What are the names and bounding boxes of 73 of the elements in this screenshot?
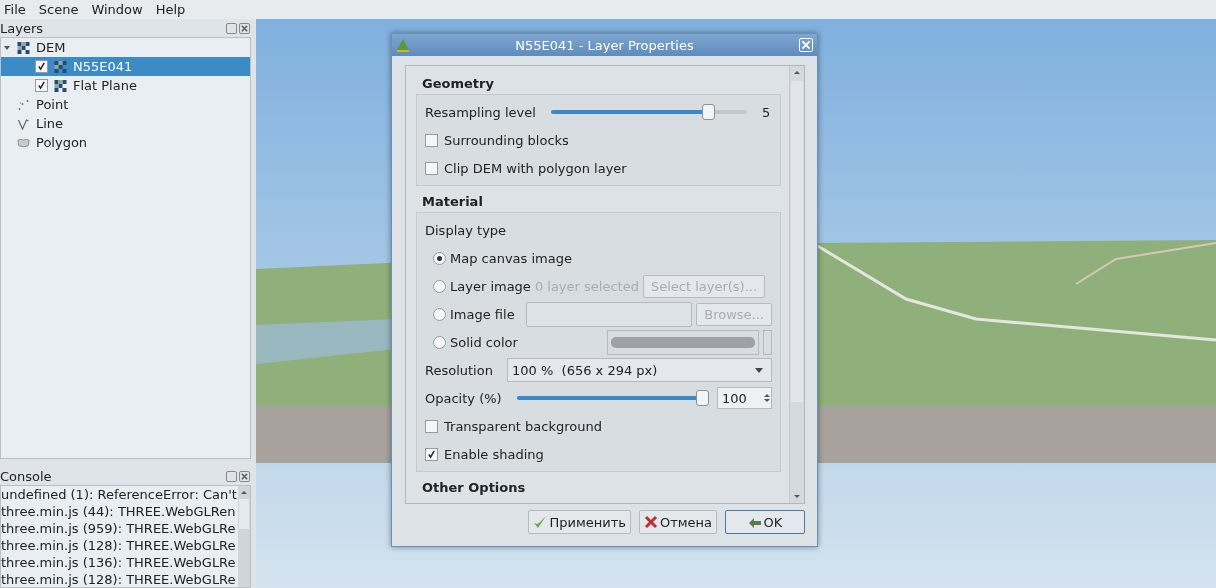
float-icon[interactable]: [226, 470, 237, 482]
file-path-field[interactable]: [526, 301, 693, 327]
radio-button[interactable]: [433, 251, 446, 265]
cross-icon: [643, 515, 658, 529]
section-title: Other Options: [421, 479, 527, 497]
tree-item[interactable]: Flat Plane: [1, 76, 250, 95]
checkbox[interactable]: [425, 419, 438, 433]
console-line: three.min.js (44): THREE.WebGLRen: [1, 503, 237, 520]
resolution-dropdown[interactable]: 100 % (656 x 294 px): [507, 358, 772, 382]
checkbox-label: Enable shading: [444, 446, 544, 462]
section-title: Material: [421, 193, 484, 211]
tree-item-label: Flat Plane: [73, 78, 137, 93]
dialog-button[interactable]: OK: [725, 510, 805, 534]
checkbox[interactable]: [35, 79, 48, 92]
console-line: three.min.js (959): THREE.WebGLRe: [1, 520, 237, 537]
scroll-bar[interactable]: [238, 486, 250, 587]
radio-label: Layer image: [450, 278, 531, 294]
checker-icon: [54, 79, 67, 92]
field-label: Opacity (%): [425, 390, 502, 406]
dialog-button[interactable]: Применить: [528, 510, 631, 534]
checker-icon: [17, 41, 30, 54]
tree-item-label: N55E041: [73, 59, 133, 74]
console-line: three.min.js (128): THREE.WebGLRe: [1, 571, 237, 587]
checkbox[interactable]: [425, 133, 438, 147]
console-line: three.min.js (128): THREE.WebGLRe: [1, 537, 237, 554]
tree-item[interactable]: Polygon: [1, 133, 250, 152]
slider-value: 5: [762, 104, 772, 120]
tree-item-label: Polygon: [36, 135, 88, 150]
menu-item[interactable]: Window: [91, 2, 156, 17]
tree-item-label: Point: [36, 97, 69, 112]
checkbox-label: Surrounding blocks: [444, 132, 569, 148]
tree-item[interactable]: DEM: [1, 38, 250, 57]
tree-item[interactable]: Line: [1, 114, 250, 133]
radio-button[interactable]: [433, 335, 446, 349]
checkbox[interactable]: [425, 161, 438, 175]
tree-item[interactable]: N55E041: [1, 57, 250, 76]
tree-item-label: DEM: [36, 40, 66, 55]
checkbox-label: Clip DEM with polygon layer: [444, 160, 627, 176]
field-label: Display type: [425, 222, 507, 238]
panel-title: Layers: [0, 20, 44, 36]
console-line: undefined (1): ReferenceError: Can't: [1, 486, 238, 503]
polyline-icon: [17, 117, 30, 130]
close-icon[interactable]: [239, 470, 250, 482]
radio-label: Map canvas image: [450, 250, 572, 266]
checkbox[interactable]: [425, 447, 438, 461]
scroll-bar[interactable]: [789, 66, 804, 503]
checkbox-label: Transparent background: [444, 418, 602, 434]
dialog-button[interactable]: Отмена: [638, 510, 717, 534]
tree-item-label: Line: [36, 116, 64, 131]
dots-icon: [17, 98, 30, 111]
checker-icon: [54, 60, 67, 73]
spin-box[interactable]: 100: [717, 387, 772, 409]
checkbox[interactable]: [35, 60, 48, 73]
float-icon[interactable]: [226, 22, 237, 34]
radio-label: Solid color: [450, 334, 518, 350]
menu-item[interactable]: Help: [155, 2, 199, 17]
field-label: Resampling level: [425, 104, 536, 120]
color-picker[interactable]: [607, 329, 759, 355]
panel-title: Console: [0, 468, 52, 484]
caret-icon: [755, 367, 763, 373]
triangle-icon: [396, 38, 410, 52]
radio-label: Image file: [450, 306, 515, 322]
dialog-title: N55E041 - Layer Properties: [514, 37, 695, 53]
field-label: Resolution: [425, 362, 494, 378]
section-title: Geometry: [421, 75, 495, 93]
close-icon[interactable]: [239, 22, 250, 34]
menu-item[interactable]: Scene: [38, 2, 92, 17]
menu-item[interactable]: File: [4, 2, 39, 17]
expand-arrow-icon[interactable]: [3, 43, 11, 52]
polygon-icon: [17, 136, 30, 149]
tree-item[interactable]: Point: [1, 95, 250, 114]
console-line: three.min.js (136): THREE.WebGLRe: [1, 554, 237, 571]
close-button[interactable]: [799, 38, 813, 52]
